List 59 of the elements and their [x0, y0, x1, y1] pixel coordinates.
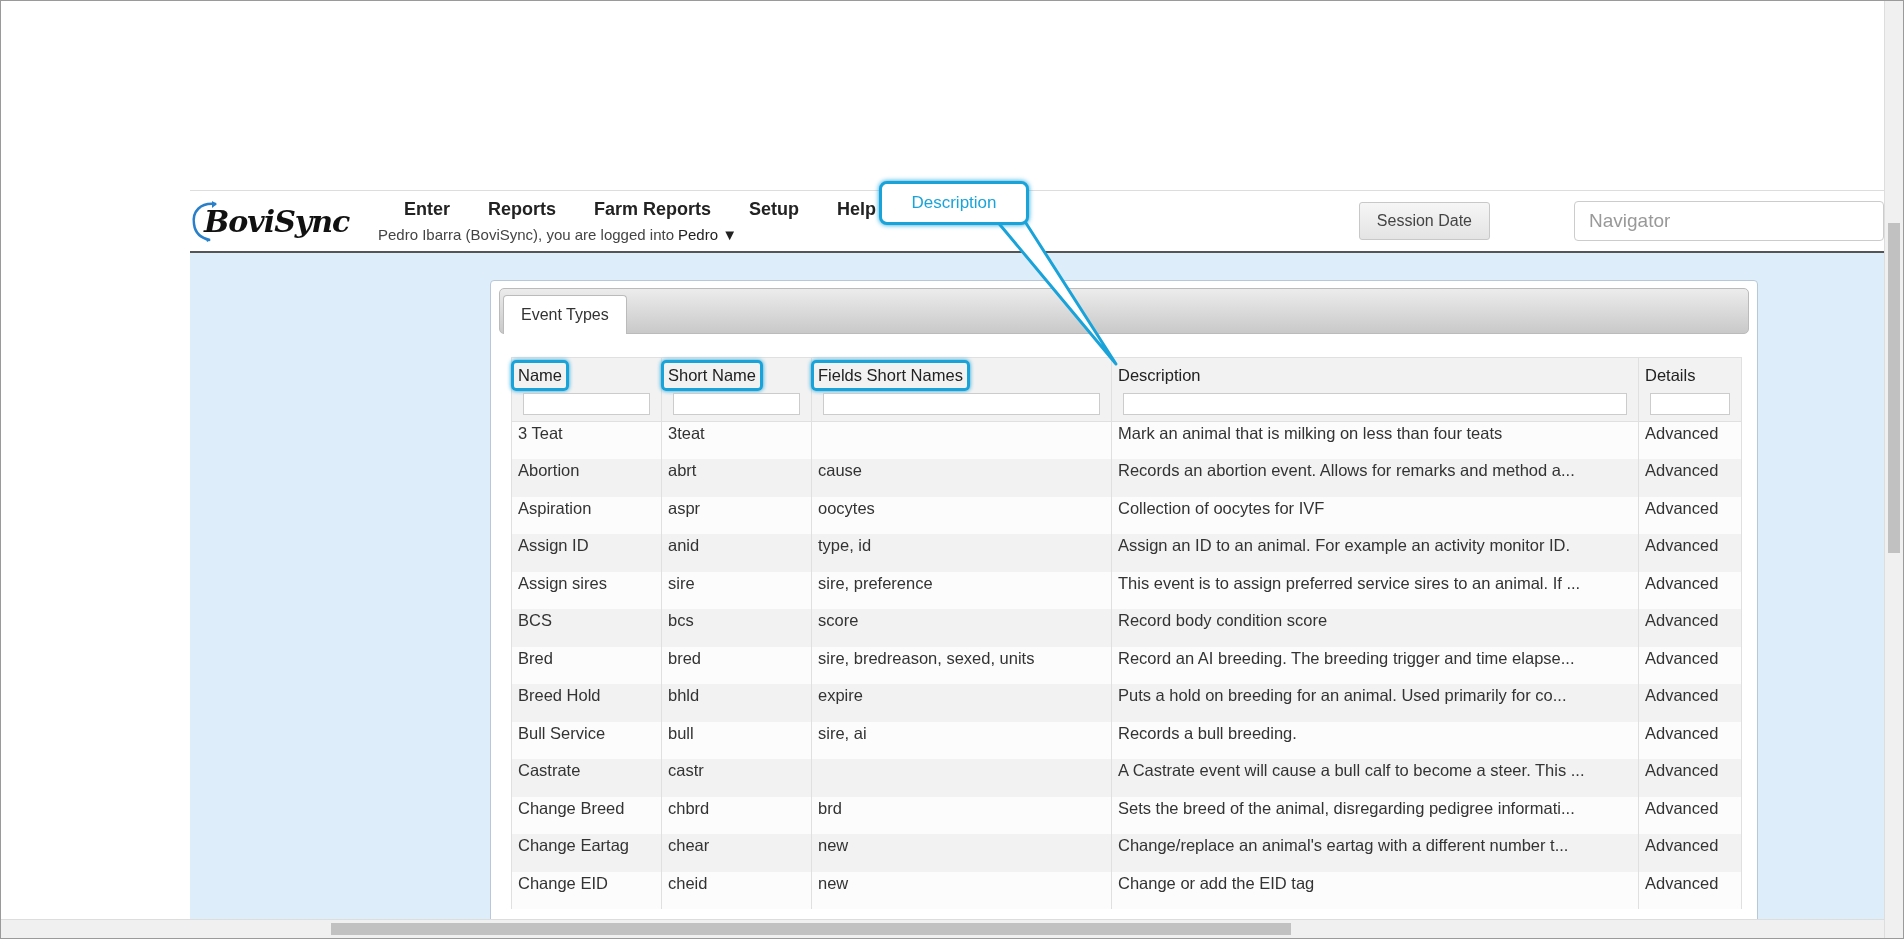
table-cell: type, id — [811, 534, 1112, 572]
nav-link[interactable]: Farm Reports — [594, 199, 712, 220]
nav-link[interactable]: Enter — [404, 199, 450, 220]
table-cell: Assign an ID to an animal. For example an activity monitor ID. — [1111, 534, 1639, 572]
logo-text: BoviSync — [204, 203, 350, 239]
column-heading[interactable]: Fields Short Names — [811, 360, 970, 391]
filter-field[interactable] — [1123, 393, 1627, 415]
logo[interactable]: BoviSync — [190, 200, 350, 242]
details-link[interactable]: Advanced — [1638, 534, 1742, 572]
table-cell: Abortion — [511, 459, 662, 497]
table-cell: Records an abortion event. Allows for remarks and method a... — [1111, 459, 1639, 497]
table-cell: Change EID — [511, 871, 662, 909]
horizontal-scrollbar[interactable] — [1, 919, 1884, 938]
nav-link[interactable]: Setup — [749, 199, 800, 220]
details-link[interactable]: Advanced — [1638, 759, 1742, 797]
nav-link[interactable]: Reports — [488, 199, 557, 220]
callout-bubble: Description — [879, 181, 1029, 225]
user-login-text: Pedro Ibarra (BoviSync), you are logged into — [378, 226, 674, 243]
session-date-button[interactable]: Session Date — [1358, 202, 1490, 240]
table-cell: cheid — [661, 871, 812, 909]
table-cell: new — [811, 871, 1112, 909]
filter-field[interactable] — [523, 393, 650, 415]
details-link[interactable]: Advanced — [1638, 684, 1742, 722]
table-cell: bcs — [661, 609, 812, 647]
details-link[interactable]: Advanced — [1638, 459, 1742, 497]
column-heading[interactable]: Short Name — [661, 360, 764, 391]
table-cell: Change Eartag — [511, 834, 662, 872]
farm-dropdown[interactable]: Pedro ▼ — [678, 226, 738, 243]
table-cell: Record body condition score — [1111, 609, 1639, 647]
table-cell: A Castrate event will cause a bull calf to become a steer. This ... — [1111, 759, 1639, 797]
table-cell: Assign ID — [511, 534, 662, 572]
table-cell: new — [811, 834, 1112, 872]
navigator-field[interactable]: Navigator — [1574, 201, 1884, 241]
table-cell: Change or add the EID tag — [1111, 871, 1639, 909]
column-heading[interactable]: Details — [1638, 360, 1703, 391]
nav-link[interactable]: Help — [837, 199, 877, 220]
tab[interactable]: Event Types — [503, 295, 627, 334]
table-cell: Change/replace an animal's eartag with a different number t... — [1111, 834, 1639, 872]
table-cell: bhld — [661, 684, 812, 722]
table-cell: cause — [811, 459, 1112, 497]
details-link[interactable]: Advanced — [1638, 834, 1742, 872]
table-cell: Puts a hold on breeding for an animal. Used primarily for co... — [1111, 684, 1639, 722]
column-heading[interactable]: Description — [1111, 360, 1208, 391]
table-cell: score — [811, 609, 1112, 647]
table-cell: BCS — [511, 609, 662, 647]
details-link[interactable]: Advanced — [1638, 871, 1742, 909]
filter-field[interactable] — [1650, 393, 1730, 415]
vertical-scrollbar[interactable] — [1884, 1, 1903, 938]
table-cell: castr — [661, 759, 812, 797]
table-cell: expire — [811, 684, 1112, 722]
table-cell: abrt — [661, 459, 812, 497]
table-cell: Breed Hold — [511, 684, 662, 722]
filter-field[interactable] — [823, 393, 1100, 415]
table-cell: Castrate — [511, 759, 662, 797]
filter-field[interactable] — [673, 393, 800, 415]
details-link[interactable]: Advanced — [1638, 609, 1742, 647]
table-cell: chear — [661, 834, 812, 872]
table-cell: anid — [661, 534, 812, 572]
column-heading[interactable]: Name — [511, 360, 569, 391]
